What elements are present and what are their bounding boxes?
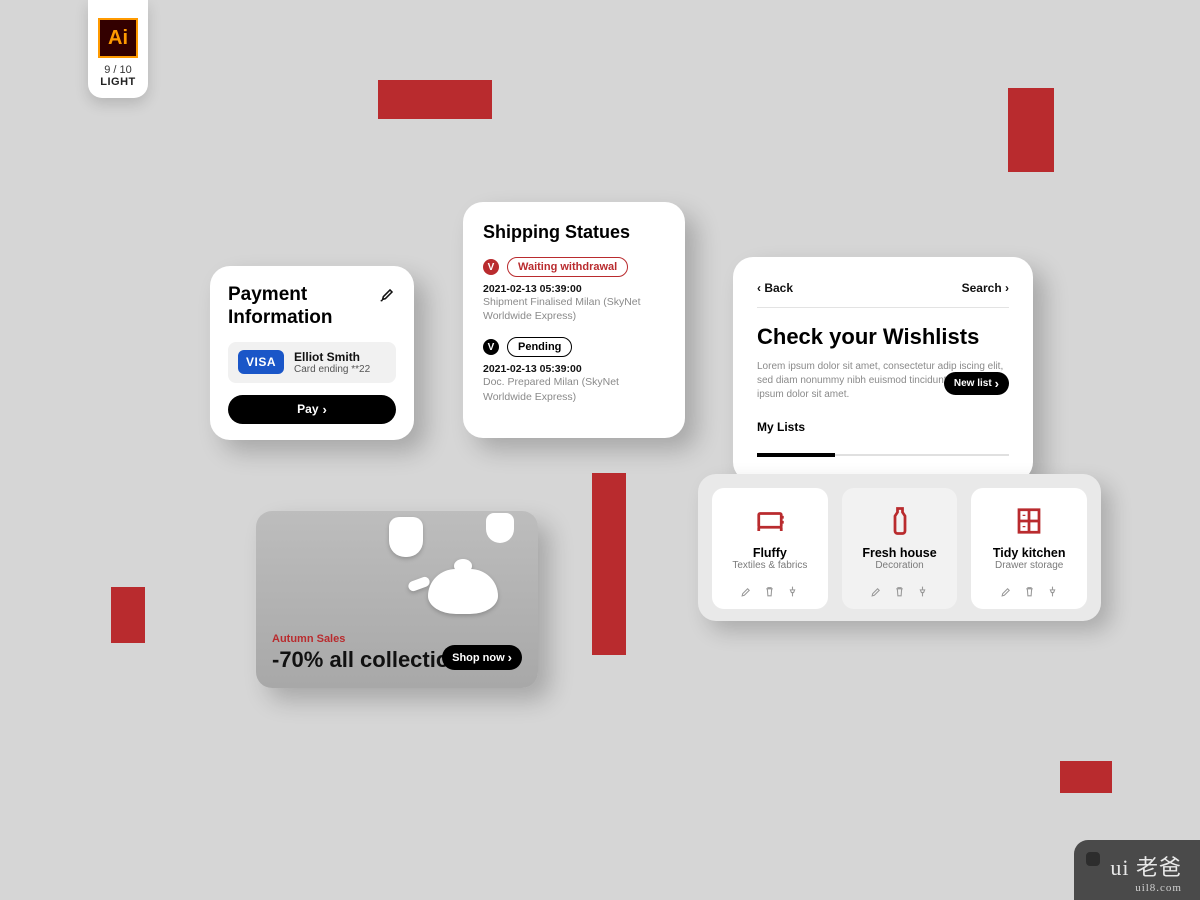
edit-icon[interactable] bbox=[740, 585, 753, 598]
pin-icon[interactable] bbox=[916, 585, 929, 598]
payment-card: Payment Information VISA Elliot Smith Ca… bbox=[210, 266, 414, 440]
payment-method-row[interactable]: VISA Elliot Smith Card ending **22 bbox=[228, 342, 396, 383]
ai-app-icon: Ai bbox=[98, 18, 138, 58]
product-image bbox=[389, 517, 423, 557]
cabinet-icon bbox=[1014, 506, 1044, 536]
watermark-icon bbox=[1086, 852, 1100, 866]
wishlist-tile-name: Fresh house bbox=[850, 546, 950, 560]
site-watermark: ui 老爸 uil8.com bbox=[1074, 840, 1200, 900]
horizontal-scrollbar[interactable] bbox=[757, 454, 1009, 456]
deco-block bbox=[378, 80, 492, 119]
trash-icon[interactable] bbox=[763, 585, 776, 598]
deco-block bbox=[1060, 761, 1112, 793]
shipping-status-pill: Pending bbox=[507, 337, 572, 357]
format-badge: Ai 9 / 10 LIGHT bbox=[88, 0, 148, 98]
wishlist-tiles-panel: Fluffy Textiles & fabrics Fresh house De… bbox=[698, 474, 1101, 621]
bottle-icon bbox=[885, 506, 915, 536]
wishlist-tile-cat: Decoration bbox=[850, 560, 950, 571]
wishlist-tile-name: Fluffy bbox=[720, 546, 820, 560]
wishlist-tile-name: Tidy kitchen bbox=[979, 546, 1079, 560]
watermark-title: ui 老爸 bbox=[1110, 850, 1182, 882]
badge-mode: LIGHT bbox=[94, 76, 142, 88]
wishlist-tile[interactable]: Fresh house Decoration bbox=[842, 488, 958, 609]
wishlist-tile-cat: Drawer storage bbox=[979, 560, 1079, 571]
wishlist-tile-cat: Textiles & fabrics bbox=[720, 560, 820, 571]
card-ending: Card ending **22 bbox=[294, 364, 370, 375]
check-icon: V bbox=[483, 339, 499, 355]
badge-count: 9 / 10 bbox=[94, 64, 142, 76]
deco-block bbox=[592, 473, 626, 655]
shipping-title: Shipping Statues bbox=[483, 222, 665, 243]
search-label: Search bbox=[962, 281, 1002, 295]
pin-icon[interactable] bbox=[1046, 585, 1059, 598]
shipping-step: V Pending 2021-02-13 05:39:00 Doc. Prepa… bbox=[483, 337, 665, 403]
shipping-date: 2021-02-13 05:39:00 bbox=[483, 283, 665, 295]
promo-card[interactable]: Autumn Sales -70% all collection Shop no… bbox=[256, 511, 538, 688]
payment-title: Payment Information bbox=[228, 284, 396, 330]
wishlist-tile[interactable]: Fluffy Textiles & fabrics bbox=[712, 488, 828, 609]
back-label: Back bbox=[764, 281, 793, 295]
shipping-status-pill: Waiting withdrawal bbox=[507, 257, 628, 277]
check-icon: V bbox=[483, 259, 499, 275]
product-image bbox=[486, 513, 514, 543]
back-button[interactable]: ‹ Back bbox=[757, 281, 793, 295]
pay-button-label: Pay bbox=[297, 402, 318, 416]
trash-icon[interactable] bbox=[1023, 585, 1036, 598]
new-list-button[interactable]: New list bbox=[944, 372, 1009, 395]
wishlist-card: ‹ Back Search › Check your Wishlists New… bbox=[733, 257, 1033, 482]
deco-block bbox=[1008, 88, 1054, 172]
edit-icon[interactable] bbox=[870, 585, 883, 598]
edit-icon[interactable] bbox=[1000, 585, 1013, 598]
shipping-step: V Waiting withdrawal 2021-02-13 05:39:00… bbox=[483, 257, 665, 323]
wishlist-title: Check your Wishlists bbox=[757, 324, 1009, 350]
search-button[interactable]: Search › bbox=[962, 281, 1009, 295]
wishlist-tile[interactable]: Tidy kitchen Drawer storage bbox=[971, 488, 1087, 609]
edit-icon[interactable] bbox=[380, 286, 396, 302]
shipping-desc: Shipment Finalised Milan (SkyNet Worldwi… bbox=[483, 295, 665, 323]
pay-button[interactable]: Pay bbox=[228, 395, 396, 424]
product-image bbox=[428, 569, 498, 614]
divider bbox=[757, 307, 1009, 308]
visa-logo: VISA bbox=[238, 350, 284, 374]
sofa-icon bbox=[755, 506, 785, 536]
watermark-url: uil8.com bbox=[1110, 882, 1182, 894]
wishlist-subheading: My Lists bbox=[757, 420, 1009, 434]
new-list-label: New list bbox=[954, 378, 992, 389]
deco-block bbox=[111, 587, 145, 643]
shop-now-button[interactable]: Shop now bbox=[442, 645, 522, 670]
shop-now-label: Shop now bbox=[452, 652, 505, 664]
pin-icon[interactable] bbox=[786, 585, 799, 598]
promo-tag: Autumn Sales bbox=[272, 633, 522, 645]
card-holder: Elliot Smith bbox=[294, 350, 370, 364]
trash-icon[interactable] bbox=[893, 585, 906, 598]
shipping-date: 2021-02-13 05:39:00 bbox=[483, 363, 665, 375]
shipping-card: Shipping Statues V Waiting withdrawal 20… bbox=[463, 202, 685, 438]
shipping-desc: Doc. Prepared Milan (SkyNet Worldwide Ex… bbox=[483, 375, 665, 403]
